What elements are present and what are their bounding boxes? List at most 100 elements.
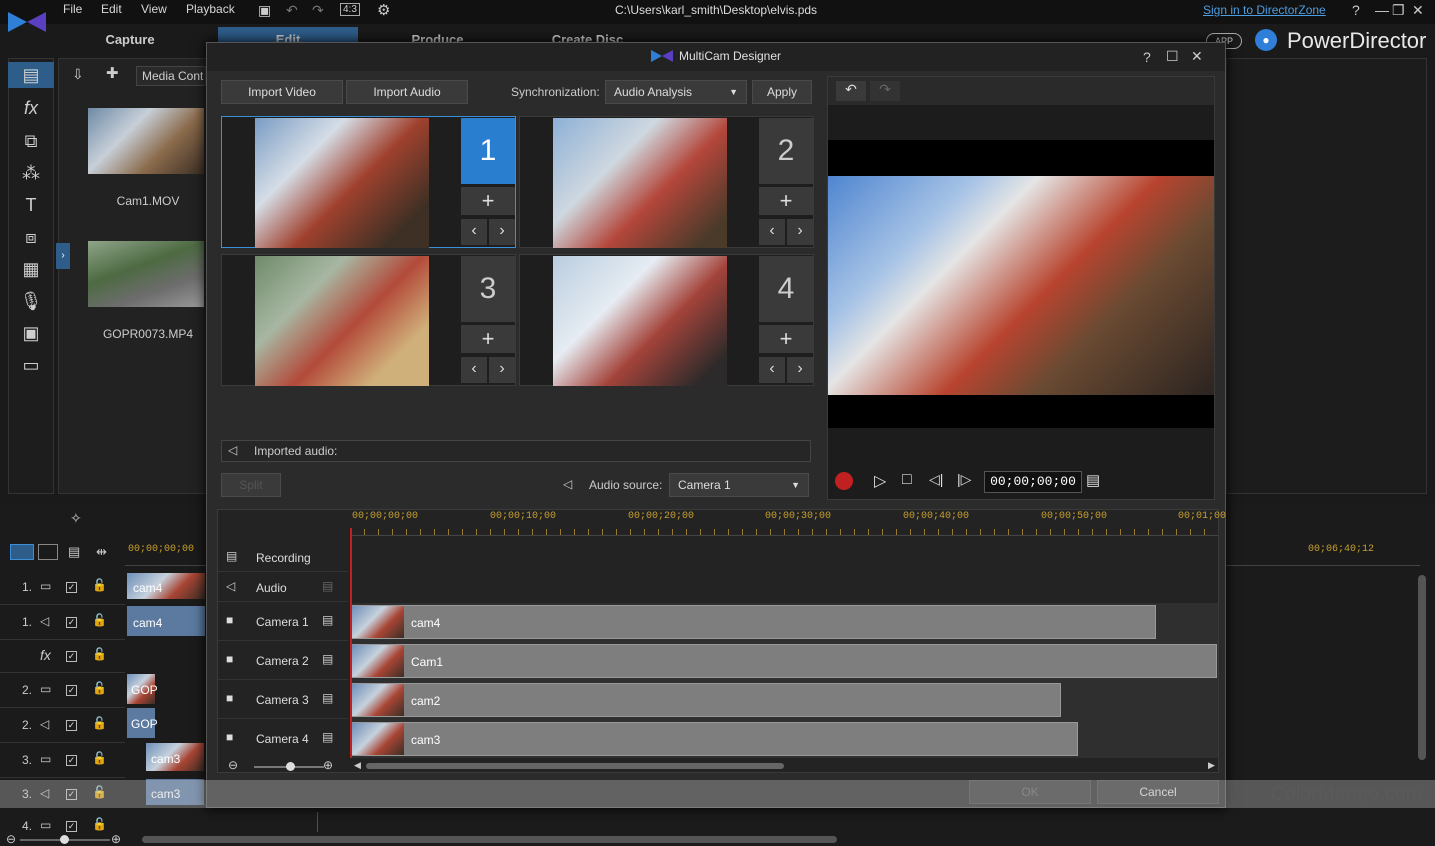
import-media-icon[interactable]: ⇩ [72,66,84,83]
lock-icon[interactable]: 🔓 [92,716,107,730]
dialog-maximize-icon[interactable]: ☐ [1166,48,1179,65]
add-camera-button[interactable]: + [461,325,515,353]
transition-room-icon[interactable]: ⧈ [8,224,54,250]
playhead[interactable] [350,528,352,758]
multicam-ruler[interactable]: 00;00;00;00 00;00;10;00 00;00;20;00 00;0… [350,510,1226,536]
restore-icon[interactable]: ❐ [1392,2,1405,19]
media-filter-dropdown[interactable]: Media Cont [136,66,206,86]
prev-camera-button[interactable]: ‹ [461,357,487,383]
tab-capture[interactable]: Capture [60,27,200,53]
main-horizontal-scrollbar[interactable] [142,836,837,843]
next-frame-icon[interactable]: |▷ [957,471,971,488]
save-icon[interactable]: ▣ [258,2,271,19]
menu-view[interactable]: View [141,2,167,16]
next-camera-button[interactable]: › [787,357,813,383]
timeline-view-icon[interactable] [10,544,34,560]
play-icon[interactable]: ▷ [874,471,886,491]
import-video-button[interactable]: Import Video [221,80,343,104]
lock-icon[interactable]: 🔓 [92,578,107,592]
camera-3-clip[interactable]: cam2 [351,683,1061,717]
sign-in-link[interactable]: Sign in to DirectorZone [1203,3,1326,17]
preview-settings-icon[interactable]: ▤ [1086,471,1100,489]
track-enable-checkbox[interactable]: ✓ [66,821,77,832]
plugin-icon[interactable]: ✚ [106,64,119,82]
camera-cell-2[interactable]: 2 + ‹ › [519,116,814,248]
track-enable-checkbox[interactable]: ✓ [66,651,77,662]
add-camera-button[interactable]: + [461,187,515,215]
track-menu-icon[interactable]: ▤ [322,691,333,705]
audio-mixing-room-icon[interactable]: ▦ [8,256,54,282]
track-manager-icon[interactable]: ▤ [68,544,80,560]
lock-icon[interactable]: 🔓 [92,681,107,695]
main-playhead[interactable] [317,812,318,832]
audio-clip[interactable]: cam4 [127,606,205,636]
next-camera-button[interactable]: › [489,357,515,383]
media-thumbnail[interactable] [88,241,204,307]
track-menu-icon[interactable]: ▤ [322,579,333,593]
prev-camera-button[interactable]: ‹ [759,219,785,245]
split-button[interactable]: Split [221,473,281,497]
track-enable-checkbox[interactable]: ✓ [66,720,77,731]
track-enable-checkbox[interactable]: ✓ [66,755,77,766]
next-camera-button[interactable]: › [489,219,515,245]
voiceover-room-icon[interactable]: 🎙 [8,288,54,314]
chapter-room-icon[interactable]: ▣ [8,320,54,346]
track-menu-icon[interactable]: ▤ [322,613,333,627]
undo-icon[interactable]: ↶ [836,81,866,101]
timeline-clip[interactable]: cam4 [127,573,205,599]
lock-icon[interactable]: 🔓 [92,751,107,765]
track-enable-checkbox[interactable]: ✓ [66,582,77,593]
apply-button[interactable]: Apply [752,80,812,104]
track-menu-icon[interactable]: ▤ [322,652,333,666]
dialog-help-icon[interactable]: ? [1143,49,1151,65]
audio-source-dropdown[interactable]: Camera 1 ▼ [669,473,809,497]
timeline-clip[interactable]: GOP [127,674,158,704]
add-camera-button[interactable]: + [759,187,813,215]
redo-icon[interactable]: ↷ [870,81,900,101]
track-enable-checkbox[interactable]: ✓ [66,617,77,628]
pip-room-icon[interactable]: ⧉ [8,128,54,154]
zoom-out-icon[interactable]: ⊖ [228,758,238,772]
add-camera-button[interactable]: + [759,325,813,353]
menu-edit[interactable]: Edit [101,2,122,16]
zoom-out-icon[interactable]: ⊖ [6,832,16,846]
zoom-slider-thumb[interactable] [60,835,69,844]
help-icon[interactable]: ? [1352,2,1360,18]
minimize-icon[interactable]: — [1375,2,1389,18]
notification-icon[interactable]: ● [1255,29,1277,51]
storyboard-view-icon[interactable] [38,544,58,560]
menu-playback[interactable]: Playback [186,2,235,16]
scroll-right-icon[interactable]: ▶ [1208,760,1215,771]
magic-tools-icon[interactable]: ✧ [70,510,82,527]
camera-4-clip[interactable]: cam3 [351,722,1078,756]
dialog-close-icon[interactable]: ✕ [1191,48,1203,65]
audio-clip[interactable]: GOP [127,708,158,738]
lock-icon[interactable]: 🔓 [92,817,107,831]
multicam-horizontal-scrollbar[interactable] [366,763,784,769]
timeline-clip[interactable]: cam3 [146,743,204,771]
track-enable-checkbox[interactable]: ✓ [66,685,77,696]
record-button[interactable] [835,472,853,490]
previous-frame-icon[interactable]: ◁| [929,471,943,488]
camera-1-clip[interactable]: cam4 [351,605,1156,639]
expand-panel-button[interactable]: › [56,243,70,269]
title-room-icon[interactable]: T [8,192,54,218]
lock-icon[interactable]: 🔓 [92,647,107,661]
import-audio-button[interactable]: Import Audio [346,80,468,104]
zoom-in-icon[interactable]: ⊕ [323,758,333,772]
stop-icon[interactable]: □ [902,471,912,489]
camera-cell-3[interactable]: 3 + ‹ › [221,254,516,386]
subtitle-room-icon[interactable]: ▭ [8,352,54,378]
zoom-slider-thumb[interactable] [286,762,295,771]
menu-file[interactable]: File [63,2,82,16]
close-icon[interactable]: ✕ [1412,2,1424,19]
synchronization-dropdown[interactable]: Audio Analysis ▼ [605,80,747,104]
particle-room-icon[interactable]: ⁂ [8,160,54,186]
redo-icon[interactable]: ↷ [312,2,324,19]
prev-camera-button[interactable]: ‹ [759,357,785,383]
fit-icon[interactable]: ⇹ [96,544,107,560]
zoom-in-icon[interactable]: ⊕ [111,832,121,846]
prev-camera-button[interactable]: ‹ [461,219,487,245]
media-thumbnail[interactable] [88,108,204,174]
track-menu-icon[interactable]: ▤ [322,730,333,744]
